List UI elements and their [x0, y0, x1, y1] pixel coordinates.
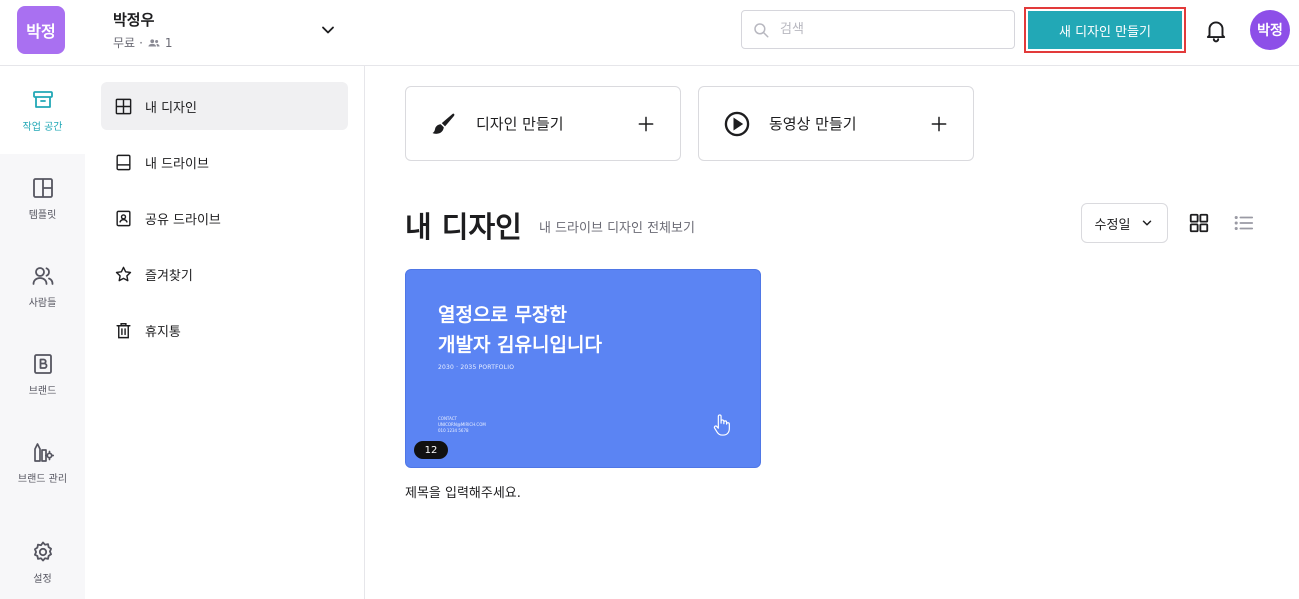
side-item-my-designs[interactable]: 내 디자인: [101, 82, 348, 130]
user-avatar[interactable]: 박정: [1250, 10, 1290, 50]
rail-label: 템플릿: [28, 209, 57, 221]
rail-label: 브랜드: [28, 385, 57, 397]
create-design-card[interactable]: 디자인 만들기: [405, 86, 681, 161]
side-item-my-drive[interactable]: 내 드라이브: [101, 138, 348, 186]
brand-manage-icon: [33, 442, 54, 462]
chevron-down-icon[interactable]: [318, 20, 338, 40]
side-item-label: 공유 드라이브: [145, 212, 221, 228]
view-all-drive-link[interactable]: 내 드라이브 디자인 전체보기: [539, 217, 695, 236]
plus-icon: [931, 116, 947, 131]
people-icon: [32, 266, 53, 285]
design-title[interactable]: 제목을 입력해주세요.: [405, 482, 521, 501]
new-design-label: 새 디자인 만들기: [1028, 11, 1182, 49]
sort-dropdown[interactable]: 수정일: [1081, 203, 1168, 243]
create-video-label: 동영상 만들기: [769, 115, 857, 133]
workspace-badge[interactable]: 박정: [17, 6, 65, 54]
workspace-name[interactable]: 박정우: [113, 9, 154, 30]
icon-rail: 작업 공간 템플릿 사람들 브랜드 브랜드 관리 설정: [0, 66, 85, 599]
rail-item-brand-manage[interactable]: 브랜드 관리: [0, 418, 85, 506]
create-video-card[interactable]: 동영상 만들기: [698, 86, 974, 161]
side-item-label: 즐겨찾기: [145, 268, 193, 284]
side-item-favorites[interactable]: 즐겨찾기: [101, 250, 348, 298]
rail-label: 설정: [33, 573, 52, 585]
archive-icon: [32, 90, 53, 108]
list-view-icon[interactable]: [1233, 212, 1255, 234]
rail-item-people[interactable]: 사람들: [0, 242, 85, 330]
search-icon: [754, 22, 769, 37]
rail-label: 사람들: [28, 297, 57, 309]
rail-item-templates[interactable]: 템플릿: [0, 154, 85, 242]
rail-item-brand[interactable]: 브랜드: [0, 330, 85, 418]
side-item-trash[interactable]: 휴지통: [101, 306, 348, 354]
grid-view-icon[interactable]: [1188, 212, 1210, 234]
thumb-contact: CONTACT UNICORN@MIRICH.COM 010 1234 5678: [438, 416, 486, 434]
star-icon: [115, 266, 132, 281]
rail-label: 작업 공간: [22, 121, 63, 133]
side-item-label: 휴지통: [145, 324, 181, 340]
rail-label: 브랜드 관리: [17, 473, 68, 485]
plan-label: 무료: [113, 36, 136, 50]
meta-separator: ·: [139, 35, 143, 50]
hand-pointer-icon: [713, 414, 730, 436]
create-design-label: 디자인 만들기: [476, 115, 564, 133]
brush-icon: [432, 113, 455, 134]
rail-item-workspace[interactable]: 작업 공간: [0, 66, 85, 154]
layout-icon: [115, 98, 132, 114]
side-item-shared-drive[interactable]: 공유 드라이브: [101, 194, 348, 242]
shared-drive-icon: [116, 210, 131, 226]
members-icon: [148, 38, 160, 46]
search-input[interactable]: [780, 22, 1000, 37]
plus-icon: [638, 116, 654, 131]
design-thumbnail[interactable]: 열정으로 무장한 개발자 김유니입니다 2030 · 2035 PORTFOLI…: [405, 269, 761, 468]
top-header: 박정 박정우 무료 · 1 새 디자인 만들기 박정: [0, 0, 1299, 66]
gear-icon: [33, 541, 52, 561]
search-box[interactable]: [741, 10, 1015, 49]
side-item-label: 내 드라이브: [145, 156, 209, 172]
new-design-button[interactable]: 새 디자인 만들기: [1024, 7, 1186, 53]
drive-icon: [116, 154, 131, 170]
brand-b-icon: [33, 353, 52, 374]
sort-label: 수정일: [1094, 217, 1131, 233]
template-icon: [32, 177, 53, 198]
page-count-badge: 12: [414, 441, 448, 459]
member-count: 1: [164, 35, 173, 50]
rail-item-settings[interactable]: 설정: [0, 518, 85, 599]
side-item-label: 내 디자인: [145, 100, 197, 116]
thumb-title: 열정으로 무장한 개발자 김유니입니다: [438, 304, 602, 356]
thumb-subtitle: 2030 · 2035 PORTFOLIO: [438, 364, 515, 371]
side-menu: 내 디자인 내 드라이브 공유 드라이브 즐겨찾기 휴지통: [85, 66, 365, 599]
play-circle-icon: [724, 111, 750, 136]
chevron-down-icon: [1143, 220, 1152, 226]
workspace-meta: 무료 · 1: [113, 34, 173, 51]
bell-icon[interactable]: [1203, 17, 1229, 43]
thumb-contact-line: 010 1234 5678: [438, 428, 469, 433]
section-title: 내 디자인: [405, 210, 522, 244]
trash-icon: [116, 322, 131, 338]
